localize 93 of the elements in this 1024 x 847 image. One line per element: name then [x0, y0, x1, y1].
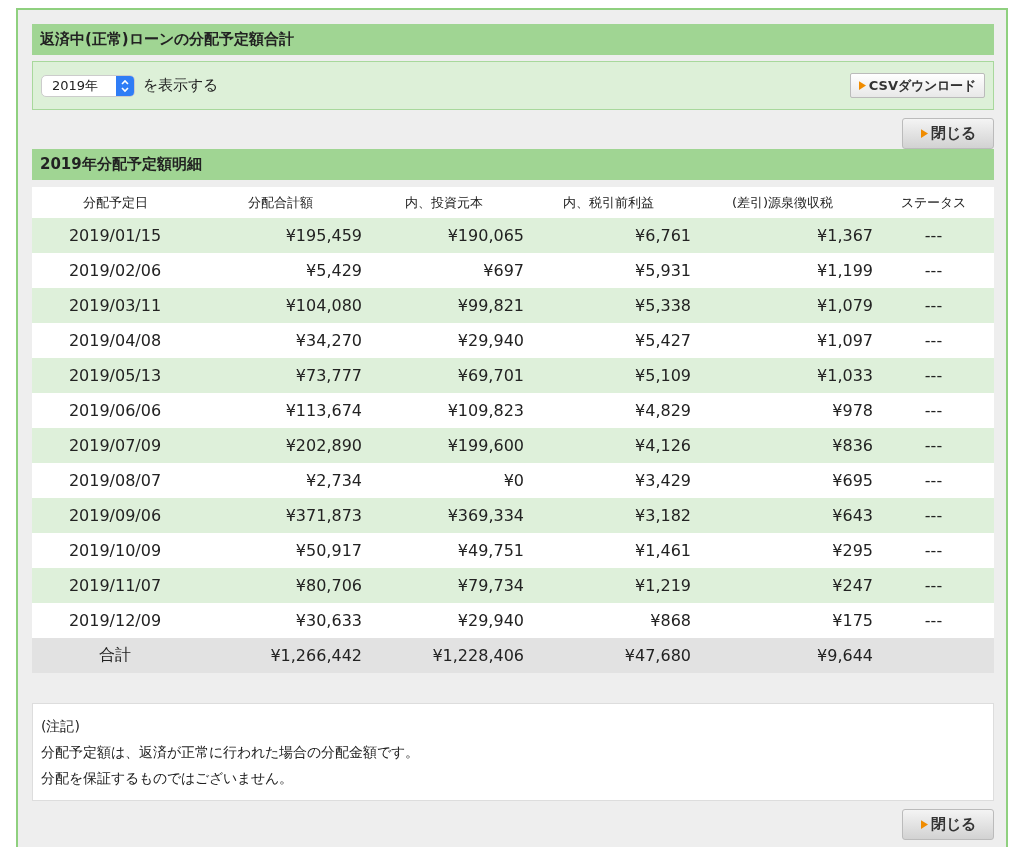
- table-cell: ¥1,033: [691, 358, 873, 393]
- table-cell: ¥202,890: [198, 428, 362, 463]
- table-cell: ---: [873, 323, 994, 358]
- table-cell: 2019/07/09: [32, 428, 198, 463]
- column-header: ステータス: [873, 187, 994, 218]
- table-cell: ¥2,734: [198, 463, 362, 498]
- year-select[interactable]: 2019年: [41, 74, 135, 97]
- table-cell: 2019/12/09: [32, 603, 198, 638]
- column-header: 分配合計額: [198, 187, 362, 218]
- table-cell: ¥369,334: [362, 498, 524, 533]
- table-cell: ¥73,777: [198, 358, 362, 393]
- table-cell: ¥978: [691, 393, 873, 428]
- table-cell: ¥190,065: [362, 218, 524, 253]
- table-cell: ¥5,338: [524, 288, 691, 323]
- close-button[interactable]: 閉じる: [902, 118, 994, 149]
- note-text: 分配を保証するものではございません。: [41, 769, 294, 788]
- table-cell: ¥695: [691, 463, 873, 498]
- table-cell: 2019/01/15: [32, 218, 198, 253]
- table-cell: ¥5,429: [198, 253, 362, 288]
- table-cell: ¥4,126: [524, 428, 691, 463]
- table-cell: ¥199,600: [362, 428, 524, 463]
- table-cell: ---: [873, 568, 994, 603]
- column-header: 内、税引前利益: [524, 187, 691, 218]
- table-cell: ¥1,097: [691, 323, 873, 358]
- column-header: 分配予定日: [32, 187, 198, 218]
- table-cell: ¥1,367: [691, 218, 873, 253]
- table-cell: ¥109,823: [362, 393, 524, 428]
- table-cell: ¥80,706: [198, 568, 362, 603]
- table-cell: ¥29,940: [362, 323, 524, 358]
- table-cell: ¥247: [691, 568, 873, 603]
- table-cell: ¥79,734: [362, 568, 524, 603]
- table-cell: ¥868: [524, 603, 691, 638]
- select-label: を表示する: [143, 76, 218, 95]
- column-header: 内、投資元本: [362, 187, 524, 218]
- table-cell: ¥5,109: [524, 358, 691, 393]
- table-cell: ---: [873, 463, 994, 498]
- table-cell: ¥1,228,406: [362, 638, 524, 673]
- table-cell: 2019/04/08: [32, 323, 198, 358]
- table-cell: ¥47,680: [524, 638, 691, 673]
- table-cell: ---: [873, 393, 994, 428]
- table-cell: ¥99,821: [362, 288, 524, 323]
- table-cell: ---: [873, 253, 994, 288]
- table-cell: ¥4,829: [524, 393, 691, 428]
- table-cell: ¥29,940: [362, 603, 524, 638]
- table-cell: ¥643: [691, 498, 873, 533]
- table-cell: ¥49,751: [362, 533, 524, 568]
- section-title: 2019年分配予定額明細: [32, 149, 994, 180]
- table-cell: ¥9,644: [691, 638, 873, 673]
- table-cell: ¥1,461: [524, 533, 691, 568]
- table-cell: ¥50,917: [198, 533, 362, 568]
- table-cell: ---: [873, 428, 994, 463]
- table-cell: ¥195,459: [198, 218, 362, 253]
- table-cell: ---: [873, 218, 994, 253]
- column-header: (差引)源泉徴収税: [691, 187, 873, 218]
- table-cell: 2019/08/07: [32, 463, 198, 498]
- table-cell: ---: [873, 288, 994, 323]
- table-cell: ¥0: [362, 463, 524, 498]
- table-cell: ---: [873, 603, 994, 638]
- table-cell: 2019/09/06: [32, 498, 198, 533]
- table-cell: 2019/03/11: [32, 288, 198, 323]
- close-button[interactable]: 閉じる: [902, 809, 994, 840]
- table-cell: 2019/10/09: [32, 533, 198, 568]
- table-cell: ---: [873, 533, 994, 568]
- note-text: 分配予定額は、返済が正常に行われた場合の分配金額です。: [41, 743, 420, 762]
- table-cell: ¥3,429: [524, 463, 691, 498]
- table-cell: ¥30,633: [198, 603, 362, 638]
- table-cell: ¥34,270: [198, 323, 362, 358]
- table-cell: ¥6,761: [524, 218, 691, 253]
- table-cell: 2019/02/06: [32, 253, 198, 288]
- note-text: (注記): [41, 717, 81, 736]
- table-cell: ¥113,674: [198, 393, 362, 428]
- section-title: 返済中(正常)ローンの分配予定額合計: [32, 24, 994, 55]
- table-cell: 2019/11/07: [32, 568, 198, 603]
- table-cell: ---: [873, 358, 994, 393]
- table-cell: ¥3,182: [524, 498, 691, 533]
- table-cell: ¥1,079: [691, 288, 873, 323]
- table-cell: ¥836: [691, 428, 873, 463]
- table-cell: 合計: [32, 638, 198, 673]
- table-cell: ¥1,199: [691, 253, 873, 288]
- table-cell: ¥5,931: [524, 253, 691, 288]
- table-cell: ¥1,266,442: [198, 638, 362, 673]
- table-cell: 2019/06/06: [32, 393, 198, 428]
- table-cell: 2019/05/13: [32, 358, 198, 393]
- table-cell: ¥175: [691, 603, 873, 638]
- table-cell: ---: [873, 498, 994, 533]
- table-cell: ¥295: [691, 533, 873, 568]
- table-cell: ¥1,219: [524, 568, 691, 603]
- table-cell: ¥69,701: [362, 358, 524, 393]
- table-cell: ¥104,080: [198, 288, 362, 323]
- table-cell: ¥5,427: [524, 323, 691, 358]
- table-cell: ¥371,873: [198, 498, 362, 533]
- csv-download-button[interactable]: CSVダウンロード: [849, 73, 985, 98]
- table-cell: ¥697: [362, 253, 524, 288]
